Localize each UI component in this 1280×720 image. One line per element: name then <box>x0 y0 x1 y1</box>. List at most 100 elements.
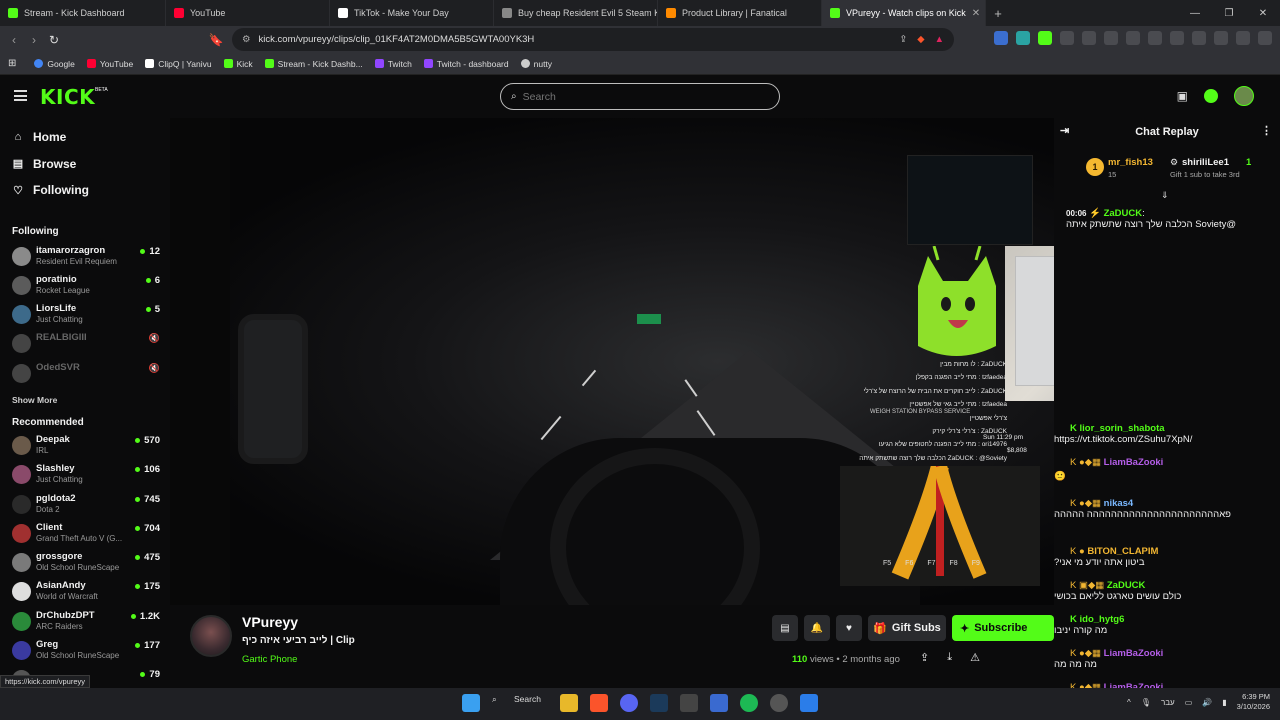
sidebar-nav-following[interactable]: ♡ Following <box>0 177 170 204</box>
tab-fanatical[interactable]: Product Library | Fanatical <box>658 0 822 26</box>
extension-icon[interactable] <box>994 31 1008 45</box>
gift-subs-button[interactable]: 🎁 Gift Subs <box>868 615 946 641</box>
chat-username[interactable]: LiamBaZooki <box>1104 648 1164 659</box>
chat-username[interactable]: ZaDUCK <box>1104 208 1143 219</box>
sidebar-channel-item[interactable]: poratinio Rocket League 6 <box>0 272 170 301</box>
bookmark-kick-dashboard[interactable]: Stream - Kick Dashb... <box>264 59 363 69</box>
url-field[interactable]: ⚙ kick.com/vpureyy/clips/clip_01KF4AT2M0… <box>232 28 954 51</box>
brave-shield-icon[interactable]: ◆ <box>917 34 924 45</box>
tab-kick-dashboard[interactable]: Stream - Kick Dashboard <box>0 0 166 26</box>
chat-username[interactable]: ZaDUCK <box>1107 580 1146 591</box>
chat-more-icon[interactable]: ⋮ <box>1261 124 1272 137</box>
app-icon[interactable] <box>770 694 788 712</box>
close-tab-icon[interactable]: ✕ <box>972 8 980 19</box>
app-icon[interactable] <box>800 694 818 712</box>
video-player[interactable]: ZaDUCK : לו מחות מבין tzfaedea : מתי ליי… <box>170 118 1054 605</box>
user-avatar[interactable] <box>1234 86 1254 106</box>
extension-icon[interactable] <box>1038 31 1052 45</box>
app-icon[interactable] <box>680 694 698 712</box>
close-window-icon[interactable]: ✕ <box>1246 8 1280 19</box>
notifications-button[interactable]: 🔔 <box>804 615 830 641</box>
ai-icon[interactable] <box>1214 31 1228 45</box>
leaderboard-item[interactable]: 1 mr_fish13 15 <box>1054 148 1166 190</box>
leaderboard-item[interactable]: ⚙ shiriliLee1 1 Gift 1 sub to take 3rd <box>1166 148 1280 190</box>
music-icon[interactable] <box>1148 31 1162 45</box>
network-icon[interactable]: ▭ <box>1185 698 1193 707</box>
show-more-button[interactable]: Show More <box>0 395 170 405</box>
windows-start-icon[interactable] <box>462 694 480 712</box>
back-icon[interactable]: ‹ <box>4 33 24 47</box>
sidebar-channel-item[interactable]: OdedSVR 🔇 <box>0 360 170 389</box>
extension-icon[interactable] <box>1016 31 1030 45</box>
steam-icon[interactable] <box>650 694 668 712</box>
bookmark-nutty[interactable]: nutty <box>520 59 552 69</box>
scroll-down-icon[interactable]: ⇓ <box>1161 190 1169 201</box>
channel-avatar[interactable] <box>190 615 232 657</box>
puzzle-icon[interactable] <box>1126 31 1140 45</box>
tab-tiktok[interactable]: TikTok - Make Your Day <box>330 0 494 26</box>
tab-vpureyy-active[interactable]: VPureyy - Watch clips on Kick ✕ <box>822 0 986 26</box>
discord-icon[interactable] <box>620 694 638 712</box>
chat-username[interactable]: BITON_CLAPIM <box>1087 546 1158 557</box>
sidebar-nav-home[interactable]: ⌂ Home <box>0 124 170 151</box>
extension-icon[interactable] <box>1060 31 1074 45</box>
site-info-icon[interactable]: ⚙ <box>242 34 251 45</box>
chat-username[interactable]: LiamBaZooki <box>1104 457 1164 468</box>
sidebar-channel-item[interactable]: REALBIGIII 🔇 <box>0 330 170 359</box>
kick-logo[interactable]: KICK <box>40 85 95 109</box>
sidebar-channel-item[interactable]: Greg Old School RuneScape 177 <box>0 637 170 666</box>
microphone-icon[interactable]: 🎙 <box>1141 698 1151 707</box>
tray-chevron-icon[interactable]: ^ <box>1127 698 1131 707</box>
bookmark-icon[interactable]: 🔖 <box>206 33 226 47</box>
stream-category[interactable]: Gartic Phone <box>242 654 297 665</box>
extension-icon[interactable] <box>1082 31 1096 45</box>
report-icon[interactable]: ⚠ <box>970 651 980 664</box>
search-input[interactable] <box>522 90 753 103</box>
sidebar-channel-item[interactable]: Client Grand Theft Auto V (G... 704 <box>0 520 170 549</box>
bookmark-kick[interactable]: Kick <box>223 59 253 69</box>
sidebar-icon[interactable] <box>1170 31 1184 45</box>
reload-icon[interactable]: ↻ <box>44 33 64 47</box>
sidebar-channel-item[interactable]: grossgore Old School RuneScape 475 <box>0 549 170 578</box>
new-tab-button[interactable]: + <box>986 6 1010 21</box>
forward-icon[interactable]: › <box>24 33 44 47</box>
battery-icon[interactable]: ▮ <box>1222 698 1226 707</box>
file-explorer-icon[interactable] <box>560 694 578 712</box>
app-icon[interactable] <box>710 694 728 712</box>
brave-icon[interactable] <box>590 694 608 712</box>
kick-k-icon[interactable] <box>1204 89 1218 103</box>
chat-username[interactable]: ido_hytg6 <box>1080 614 1125 625</box>
download-icon[interactable]: ⤓ <box>947 651 952 664</box>
bookmark-clipq[interactable]: ClipQ | Yanivu <box>145 59 212 69</box>
sidebar-channel-item[interactable]: pgldota2 Dota 2 745 <box>0 491 170 520</box>
sidebar-channel-item[interactable]: Slashley Just Chatting 106 <box>0 461 170 490</box>
theatre-mode-icon[interactable]: ▣ <box>1177 89 1188 103</box>
collapse-chat-icon[interactable]: ⇥ <box>1060 124 1069 137</box>
chat-username[interactable]: lior_sorin_shabota <box>1080 423 1165 434</box>
wallet-icon[interactable] <box>1192 31 1206 45</box>
menu-icon[interactable] <box>1258 31 1272 45</box>
channel-name[interactable]: VPureyy <box>242 614 298 630</box>
minimize-icon[interactable]: — <box>1178 8 1212 19</box>
brave-rewards-icon[interactable]: ▲ <box>935 34 944 45</box>
language-indicator[interactable]: עבר <box>1161 698 1175 707</box>
sidebar-channel-item[interactable]: DrChubzDPT ARC Raiders 1.2K <box>0 608 170 637</box>
spotify-icon[interactable] <box>740 694 758 712</box>
sidebar-channel-item[interactable]: AsianAndy World of Warcraft 175 <box>0 578 170 607</box>
clock[interactable]: 6:39 PM 3/10/2026 <box>1237 692 1270 712</box>
clip-info-button[interactable]: ▤ <box>772 615 798 641</box>
volume-icon[interactable]: 🔊 <box>1202 698 1212 707</box>
share-icon[interactable]: ⇪ <box>920 651 929 664</box>
hamburger-menu-icon[interactable] <box>14 90 27 101</box>
tab-youtube[interactable]: YouTube <box>166 0 330 26</box>
maximize-icon[interactable]: ❐ <box>1212 8 1246 19</box>
tab-resident-evil[interactable]: Buy cheap Resident Evil 5 Steam Key <box>494 0 658 26</box>
chat-username[interactable]: nikas4 <box>1104 498 1134 509</box>
bookmark-twitch[interactable]: Twitch <box>374 59 412 69</box>
extension-icon[interactable] <box>1104 31 1118 45</box>
sidebar-channel-item[interactable]: Deepak IRL 570 <box>0 432 170 461</box>
taskbar-search[interactable]: ⌕ Search <box>492 694 548 712</box>
search-bar[interactable]: ⌕ <box>500 83 780 110</box>
sidebar-nav-browse[interactable]: ▤ Browse <box>0 151 170 178</box>
bookmark-google[interactable]: Google <box>34 59 75 69</box>
